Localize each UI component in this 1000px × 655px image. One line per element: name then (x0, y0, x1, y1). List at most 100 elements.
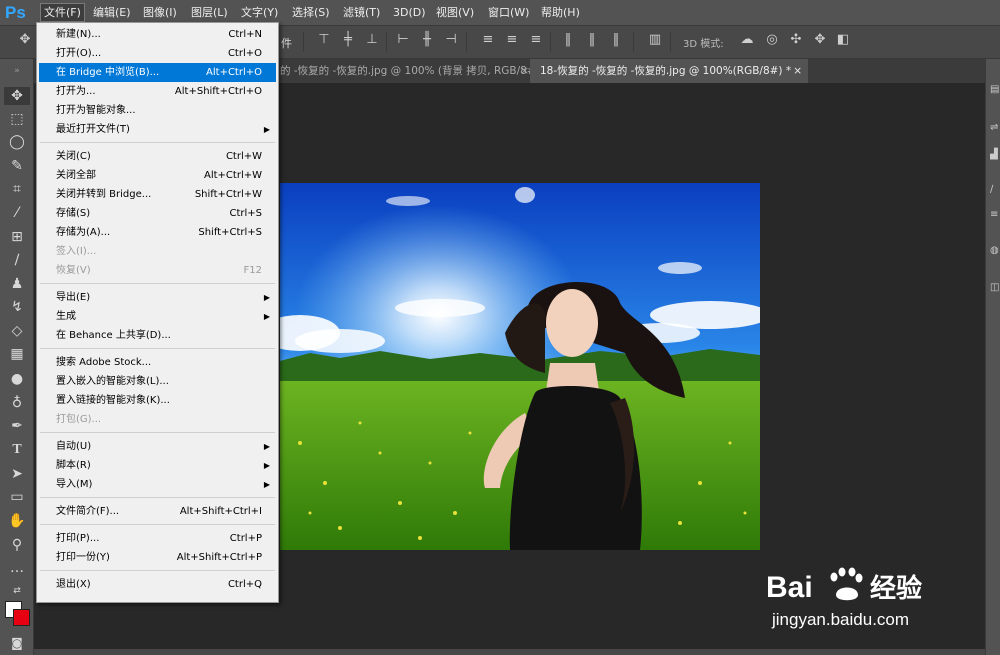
more-tools-icon[interactable]: … (8, 559, 26, 577)
type-tool-icon[interactable]: T (8, 441, 26, 459)
tab-close-icon[interactable]: × (793, 59, 802, 83)
file-menu-item[interactable]: 打开为... Alt+Shift+Ctrl+O (39, 82, 276, 101)
hand-tool-icon[interactable]: ✋ (8, 512, 26, 530)
3d-orbit-icon[interactable]: ☁ (740, 33, 754, 47)
move-tool-icon[interactable]: ✥ (18, 33, 32, 47)
tab-close-icon[interactable]: × (520, 59, 529, 83)
path-selection-tool-icon[interactable]: ➤ (8, 465, 26, 483)
file-menu-item[interactable]: 搜索 Adobe Stock... (39, 353, 276, 372)
crop-tool-icon[interactable]: ⌗ (8, 180, 26, 198)
align-vcenter-icon[interactable]: ╪ (341, 33, 355, 47)
file-menu-item[interactable]: 退出(X) Ctrl+Q (39, 575, 276, 594)
align-left-icon[interactable]: ⊢ (396, 33, 410, 47)
file-menu-item[interactable]: 关闭并转到 Bridge... Shift+Ctrl+W (39, 185, 276, 204)
rectangle-tool-icon[interactable]: ▭ (8, 488, 26, 506)
3d-roll-icon[interactable]: ◎ (765, 33, 779, 47)
menu-item-shortcut: F12 (243, 265, 262, 276)
3d-pan-icon[interactable]: ✣ (789, 33, 803, 47)
file-menu-item[interactable]: 存储(S) Ctrl+S (39, 204, 276, 223)
auto-align-icon[interactable]: ▥ (648, 33, 662, 47)
quick-selection-tool-icon[interactable]: ✎ (8, 157, 26, 175)
gradient-tool-icon[interactable]: ▦ (8, 345, 26, 363)
options-divider (633, 32, 634, 52)
distribute-hcenter-icon[interactable]: ‖ (585, 33, 599, 47)
file-menu-item[interactable]: 打印(P)... Ctrl+P (39, 529, 276, 548)
panel-icon-history[interactable]: ▤ (990, 84, 1000, 96)
swap-colors-icon[interactable]: ⇄ (8, 582, 26, 600)
panel-icon-adjust[interactable]: ⇌ (990, 122, 1000, 134)
file-menu-item[interactable]: 打开(O)... Ctrl+O (39, 44, 276, 63)
blur-tool-icon[interactable]: ● (8, 370, 26, 388)
distribute-bottom-icon[interactable]: ≡ (529, 33, 543, 47)
menu-filter[interactable]: 滤镜(T) (340, 4, 383, 21)
menu-type[interactable]: 文字(Y) (238, 4, 281, 21)
tab-document-2[interactable]: 18-恢复的 -恢复的 -恢复的.jpg @ 100%(RGB/8#) * × (530, 59, 808, 83)
brush-tool-icon[interactable]: ∕ (8, 251, 26, 269)
clone-stamp-tool-icon[interactable]: ♟ (8, 275, 26, 293)
menu-item-shortcut: Ctrl+N (228, 29, 262, 40)
file-menu-item[interactable]: 关闭全部 Alt+Ctrl+W (39, 166, 276, 185)
panel-icon-properties[interactable]: ◫ (990, 282, 1000, 294)
file-menu-item[interactable]: 导出(E) ▶ (39, 288, 276, 307)
file-menu-item[interactable]: 存储为(A)... Shift+Ctrl+S (39, 223, 276, 242)
file-menu-item[interactable]: 在 Bridge 中浏览(B)... Alt+Ctrl+O (39, 63, 276, 82)
file-menu-item[interactable]: 导入(M) ▶ (39, 475, 276, 494)
file-menu-item[interactable]: 打印一份(Y) Alt+Shift+Ctrl+P (39, 548, 276, 567)
align-top-icon[interactable]: ⊤ (317, 33, 331, 47)
file-menu-item[interactable]: 关闭(C) Ctrl+W (39, 147, 276, 166)
panel-icon-clone-source[interactable]: ≡ (990, 209, 1000, 221)
background-color-swatch[interactable] (13, 609, 30, 626)
menu-view[interactable]: 视图(V) (433, 4, 477, 21)
history-brush-tool-icon[interactable]: ↯ (8, 298, 26, 316)
distribute-vcenter-icon[interactable]: ≡ (505, 33, 519, 47)
3d-scale-icon[interactable]: ◧ (836, 33, 850, 47)
file-menu-item[interactable]: 脚本(R) ▶ (39, 456, 276, 475)
eraser-tool-icon[interactable]: ◇ (8, 322, 26, 340)
submenu-arrow-icon: ▶ (263, 312, 270, 321)
menu-layer[interactable]: 图层(L) (188, 4, 231, 21)
zoom-tool-icon[interactable]: ⚲ (8, 536, 26, 554)
align-hcenter-icon[interactable]: ╫ (420, 33, 434, 47)
menu-item-shortcut: Ctrl+W (225, 151, 262, 162)
menu-window[interactable]: 窗口(W) (485, 4, 532, 21)
file-menu-item[interactable]: 最近打开文件(T) ▶ (39, 120, 276, 139)
file-menu-item[interactable]: 新建(N)... Ctrl+N (39, 25, 276, 44)
align-right-icon[interactable]: ⊣ (444, 33, 458, 47)
menu-item-label: 新建(N)... (56, 29, 101, 40)
dodge-tool-icon[interactable]: ♁ (8, 394, 26, 412)
file-menu-item[interactable]: 置入链接的智能对象(K)... (39, 391, 276, 410)
menu-file[interactable]: 文件(F) (40, 3, 85, 22)
menu-select[interactable]: 选择(S) (289, 4, 333, 21)
panel-collapse-icon[interactable]: » (8, 62, 26, 80)
menu-item-label: 退出(X) (56, 579, 91, 590)
lasso-tool-icon[interactable]: ◯ (8, 133, 26, 151)
3d-slide-icon[interactable]: ✥ (813, 33, 827, 47)
distribute-right-icon[interactable]: ‖ (609, 33, 623, 47)
panel-icon-histogram[interactable]: ▟ (990, 149, 1000, 161)
file-menu-item[interactable]: 打开为智能对象... (39, 101, 276, 120)
file-menu-item[interactable]: 在 Behance 上共享(D)... (39, 326, 276, 345)
panel-icon-paths[interactable]: ◍ (990, 245, 1000, 257)
eyedropper-tool-icon[interactable]: ⁄ (8, 204, 26, 222)
menu-3d[interactable]: 3D(D) (390, 4, 429, 21)
tab-document-1[interactable]: 的 -恢复的 -恢复的.jpg @ 100% (背景 拷贝, RGB/8#) *… (270, 59, 535, 83)
marquee-tool-icon[interactable]: ⬚ (8, 110, 26, 128)
distribute-left-icon[interactable]: ‖ (561, 33, 575, 47)
file-menu-item[interactable]: 文件简介(F)... Alt+Shift+Ctrl+I (39, 502, 276, 521)
file-menu-item[interactable]: 置入嵌入的智能对象(L)... (39, 372, 276, 391)
quick-mask-icon[interactable]: ◙ (8, 634, 26, 652)
move-tool-icon[interactable]: ✥ (4, 87, 30, 105)
menu-item-shortcut: Alt+Ctrl+O (206, 67, 262, 78)
menu-edit[interactable]: 编辑(E) (90, 4, 134, 21)
menu-image[interactable]: 图像(I) (140, 4, 180, 21)
pen-tool-icon[interactable]: ✒ (8, 417, 26, 435)
align-bottom-icon[interactable]: ⊥ (365, 33, 379, 47)
options-partial-label: 件 (281, 37, 292, 50)
healing-brush-tool-icon[interactable]: ⊞ (8, 228, 26, 246)
file-menu-item[interactable]: 自动(U) ▶ (39, 437, 276, 456)
distribute-top-icon[interactable]: ≡ (481, 33, 495, 47)
file-menu-item[interactable]: 生成 ▶ (39, 307, 276, 326)
svg-text:Bai: Bai (766, 571, 813, 604)
panel-icon-brush[interactable]: ∕ (990, 184, 1000, 196)
menu-help[interactable]: 帮助(H) (538, 4, 583, 21)
